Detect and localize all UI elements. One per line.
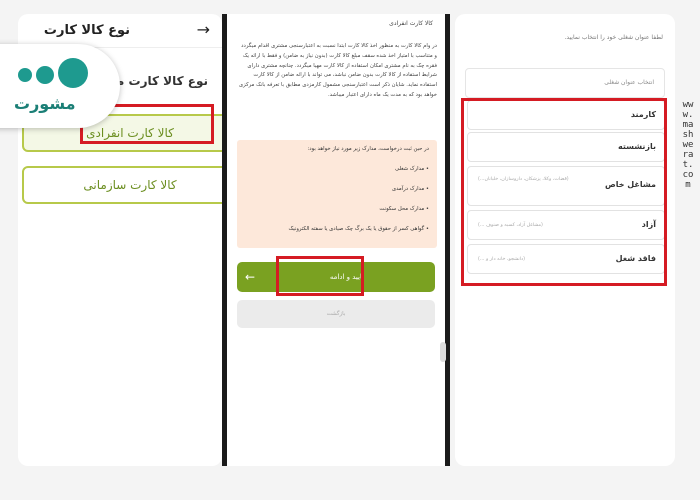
arrow-right-icon[interactable]: → (197, 20, 210, 39)
card-info-heading: کالا کارت انفرادی (389, 20, 433, 27)
screenshot-frame: نوع کالا کارت → نوع کالا کارت مورد کالا … (0, 0, 700, 500)
document-item: • گواهی کسر از حقوق یا یک برگ چک صیادی ی… (288, 226, 429, 232)
job-title-select-label: انتخاب عنوان شغلی (604, 79, 654, 86)
documents-intro: در حین ثبت درخواست، مدارک زیر مورد نیاز … (307, 146, 429, 152)
document-item: • مدارک محل سکونت (379, 206, 429, 212)
document-item: • مدارک شغلی (394, 166, 429, 172)
card-info-paragraph: در وام کالا کارت به منظور اخذ کالا کارت … (239, 43, 437, 98)
job-title-prompt: لطفا عنوان شغلی خود را انتخاب نمایید. (564, 34, 663, 41)
required-documents-box: در حین ثبت درخواست، مدارک زیر مورد نیاز … (237, 140, 437, 248)
arrow-left-icon: ← (245, 270, 256, 284)
screen-header: نوع کالا کارت → (18, 14, 222, 48)
document-item: • مدارک درآمدی (391, 186, 429, 192)
scroll-handle[interactable] (440, 342, 446, 362)
organizational-card-label: کالا کارت سازمانی (83, 178, 177, 192)
highlight-confirm-button (276, 256, 364, 296)
return-button[interactable]: بازگشت (237, 300, 435, 328)
highlight-job-options (461, 98, 667, 286)
site-watermark: www.mashwerat.com (682, 100, 694, 190)
page-title: نوع کالا کارت (43, 23, 130, 38)
card-info-screen: کالا کارت انفرادی در وام کالا کارت به من… (222, 14, 450, 466)
logo-text: مشورت (14, 94, 76, 113)
site-logo: مشورت (0, 44, 120, 128)
organizational-card-option[interactable]: کالا کارت سازمانی (22, 166, 222, 204)
job-title-select[interactable]: انتخاب عنوان شغلی (465, 68, 665, 98)
card-info-content: کالا کارت انفرادی در وام کالا کارت به من… (227, 14, 445, 466)
